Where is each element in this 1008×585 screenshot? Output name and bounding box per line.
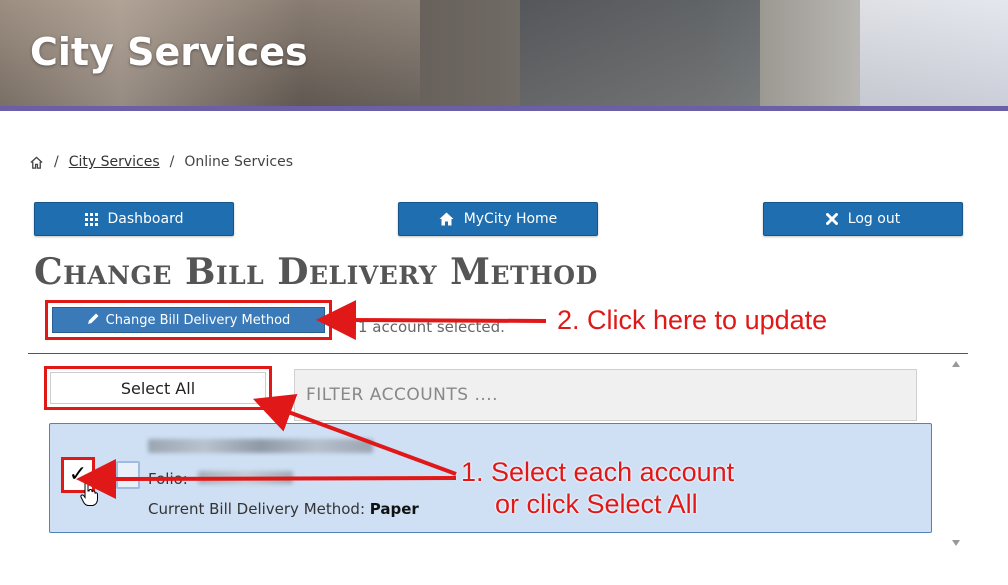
annotation-step-2: 2. Click here to update xyxy=(557,305,828,335)
annotation-step-1-line-1: 1. Select each account xyxy=(461,457,735,487)
annotation-step-1-line-2: or click Select All xyxy=(495,489,698,519)
